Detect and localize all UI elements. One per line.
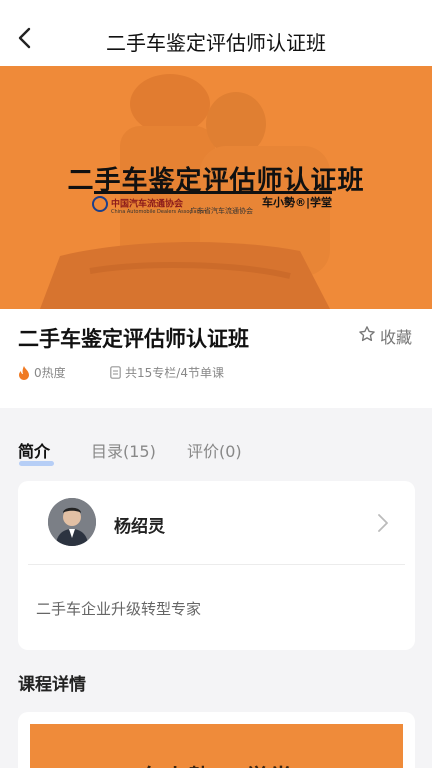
chevron-right-icon[interactable]	[376, 512, 390, 538]
tab-intro[interactable]: 简介	[18, 438, 50, 462]
course-info-panel: 二手车鉴定评估师认证班 收藏 0热度 共15专栏/4节单课	[0, 309, 432, 408]
course-title: 二手车鉴定评估师认证班	[18, 327, 249, 351]
favorite-button[interactable]: 收藏	[358, 325, 412, 347]
card-divider	[28, 564, 405, 565]
popularity-stat: 0热度	[18, 364, 66, 381]
page-title: 二手车鉴定评估师认证班	[106, 31, 326, 55]
document-icon	[110, 366, 121, 379]
course-detail-image: 车小勢®|学堂	[30, 724, 403, 768]
teacher-card[interactable]: 杨绍灵 二手车企业升级转型专家	[18, 481, 415, 650]
favorite-label: 收藏	[380, 328, 413, 347]
teacher-description: 二手车企业升级转型专家	[36, 600, 202, 618]
course-details-heading: 课程详情	[18, 675, 86, 695]
brand-logo: 车小勢®|学堂	[262, 196, 333, 209]
course-tabs: 简介 目录(15) 评价(0)	[0, 426, 432, 466]
course-details-card: 车小勢®|学堂	[18, 712, 415, 768]
flame-icon	[18, 365, 30, 380]
star-icon	[358, 325, 376, 347]
teacher-avatar	[48, 498, 96, 546]
provincial-association-logo: 广东省汽车流通协会	[190, 207, 253, 215]
course-banner: 二手车鉴定评估师认证班 中国汽车流通协会 China Automobile De…	[0, 66, 432, 309]
teacher-name: 杨绍灵	[114, 517, 165, 537]
detail-image-brand: 车小勢®|学堂	[140, 760, 294, 768]
tab-catalog[interactable]: 目录(15)	[91, 438, 156, 462]
lesson-count: 共15专栏/4节单课	[110, 364, 224, 381]
top-nav-bar: 二手车鉴定评估师认证班	[0, 0, 432, 66]
association-emblem-icon	[92, 196, 108, 212]
tab-reviews[interactable]: 评价(0)	[187, 438, 242, 462]
